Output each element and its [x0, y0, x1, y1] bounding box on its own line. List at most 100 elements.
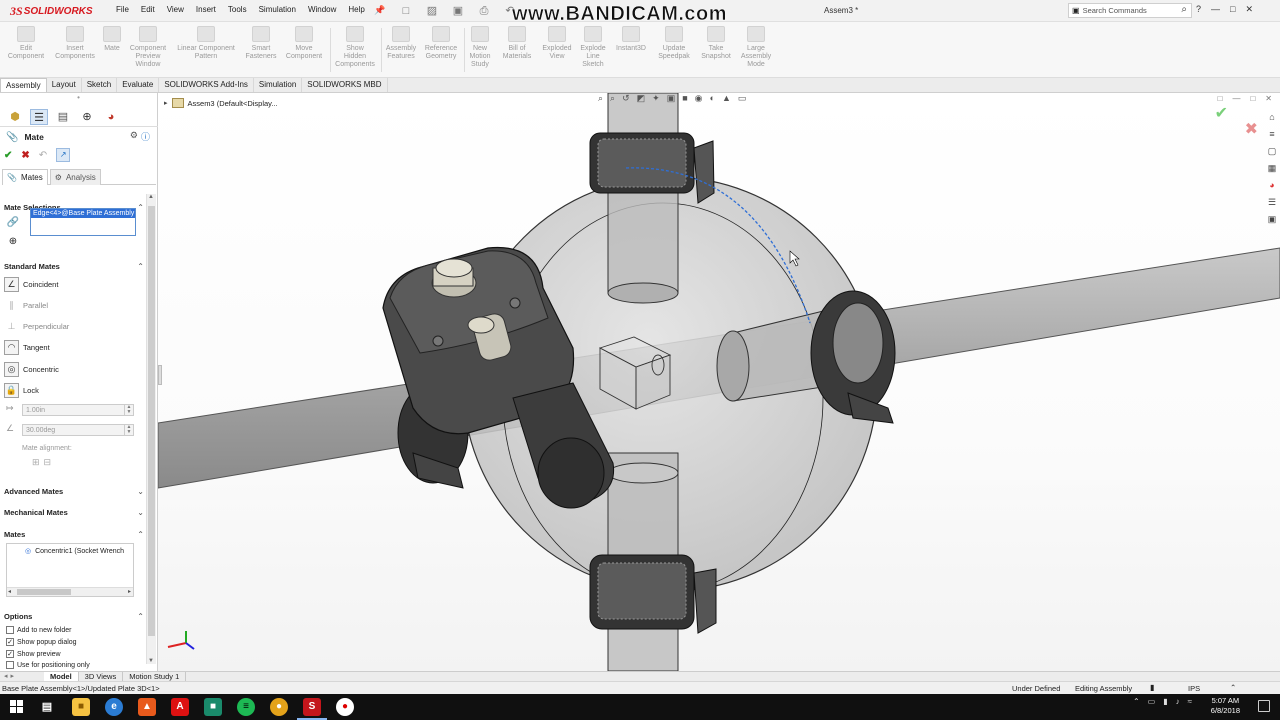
status-dropdown-icon[interactable]: ⌃	[1230, 683, 1236, 692]
search-icon[interactable]: ⌕	[1181, 4, 1187, 15]
view-settings-icon[interactable]: ▭	[738, 93, 747, 107]
ok-button[interactable]: ✔	[4, 150, 12, 161]
chevron-down-icon[interactable]: ⌄	[137, 487, 144, 496]
horizontal-scrollbar[interactable]: ◂ ▸	[7, 587, 133, 596]
mates-list[interactable]: ◎ Concentric1 (Socket Wrench ◂ ▸	[6, 543, 134, 597]
rebuild-icon[interactable]: ▮	[1150, 683, 1154, 692]
tab-mates[interactable]: 📎 Mates	[2, 169, 48, 185]
spotify-icon[interactable]: ≡	[237, 698, 255, 716]
confirmation-corner-cancel-icon[interactable]: ✖	[1245, 119, 1258, 139]
tab-evaluate[interactable]: Evaluate	[117, 78, 160, 92]
tab-simulation[interactable]: Simulation	[254, 78, 303, 92]
multi-mate-icon[interactable]: ⊕	[6, 235, 20, 249]
close-button[interactable]: ✕	[1245, 4, 1253, 15]
explode-line-sketch-button[interactable]: Explode Line Sketch	[576, 26, 610, 69]
tab-sketch[interactable]: Sketch	[82, 78, 118, 92]
matlab-icon[interactable]: ▲	[138, 698, 156, 716]
take-snapshot-button[interactable]: Take Snapshot	[696, 26, 736, 61]
view-palette-icon[interactable]: ▦	[1266, 162, 1279, 175]
update-speedpak-button[interactable]: Update Speedpak	[652, 26, 696, 61]
display-manager-icon[interactable]: ◕	[102, 109, 120, 125]
selected-entity[interactable]: Edge<4>@Base Plate Assembly	[31, 209, 135, 218]
exploded-view-button[interactable]: Exploded View	[538, 26, 576, 61]
large-assembly-mode-button[interactable]: Large Assembly Mode	[736, 26, 776, 69]
search-commands-box[interactable]: ▣ Search Commands ⌕	[1068, 3, 1192, 18]
new-document-icon[interactable]: □	[398, 3, 414, 19]
checkbox[interactable]	[6, 626, 14, 634]
confirmation-corner-ok-icon[interactable]: ✔	[1215, 103, 1228, 123]
list-item[interactable]: ◎ Concentric1 (Socket Wrench	[7, 544, 133, 556]
edit-appearance-icon[interactable]: ◐	[710, 93, 715, 107]
expand-arrow-icon[interactable]: ▸	[164, 99, 168, 107]
save-icon[interactable]: ▣	[450, 3, 466, 19]
assembly-features-button[interactable]: Assembly Features	[382, 26, 420, 61]
checkbox[interactable]: ✓	[6, 650, 14, 658]
panel-handle-icon[interactable]: •	[77, 93, 80, 107]
distance-input[interactable]: 1.00in ▲ ▼	[22, 404, 134, 416]
custom-properties-icon[interactable]: ☰	[1266, 196, 1279, 209]
appearances-icon[interactable]: ◕	[1266, 179, 1279, 192]
show-popup-dialog-checkbox[interactable]: ✓ Show popup dialog	[6, 638, 77, 646]
notification-center-icon[interactable]	[1258, 700, 1270, 712]
tab-solidworks-add-ins[interactable]: SOLIDWORKS Add-Ins	[159, 78, 254, 92]
distance-icon[interactable]: ↦	[6, 403, 14, 414]
use-for-positioning-checkbox[interactable]: Use for positioning only	[6, 661, 90, 669]
keep-visible-pushpin-button[interactable]: ↗	[56, 148, 71, 162]
menu-file[interactable]: File	[116, 5, 129, 14]
bandicam-icon[interactable]: ●	[336, 698, 354, 716]
scroll-up-icon[interactable]: ▲	[148, 194, 154, 200]
solidworks-taskbar-icon[interactable]: S	[297, 698, 327, 720]
standard-mates-header[interactable]: Standard Mates ⌃	[4, 260, 144, 273]
tab-scroll-icons[interactable]: ◂▸	[4, 672, 17, 680]
hide-show-items-icon[interactable]: ◉	[695, 93, 703, 107]
display-style-icon[interactable]: ■	[682, 93, 687, 107]
menu-view[interactable]: View	[167, 5, 184, 14]
design-library-icon[interactable]: ≡	[1266, 128, 1279, 141]
forum-icon[interactable]: ▣	[1266, 213, 1279, 226]
file-explorer-icon[interactable]: ■	[72, 698, 90, 716]
chevron-up-icon[interactable]: ⌃	[137, 612, 144, 621]
volume-icon[interactable]: ♪	[1176, 697, 1180, 706]
checkbox[interactable]	[6, 661, 14, 669]
add-to-new-folder-checkbox[interactable]: Add to new folder	[6, 626, 71, 634]
linear-component-pattern-button[interactable]: Linear Component Pattern	[172, 26, 240, 61]
flyout-feature-tree[interactable]: ▸ Assem3 (Default<Display...	[164, 98, 278, 108]
taskbar-clock[interactable]: 5:07 AM 6/8/2018	[1211, 696, 1240, 716]
zoom-to-fit-icon[interactable]: ⌕	[598, 93, 603, 107]
restore-button[interactable]: □	[1230, 4, 1235, 15]
mechanical-mates-header[interactable]: Mechanical Mates ⌄	[4, 506, 144, 519]
help-icon[interactable]: ?	[1196, 4, 1201, 15]
pdf-reader-icon[interactable]: A	[171, 698, 189, 716]
tray-expand-icon[interactable]: ⌃	[1133, 697, 1140, 706]
panel-splitter[interactable]	[158, 365, 162, 385]
pin-menu-icon[interactable]: 📌	[374, 5, 385, 16]
apply-scene-icon[interactable]: ▲	[722, 93, 731, 107]
chrome-icon[interactable]: ●	[270, 698, 288, 716]
scroll-thumb[interactable]	[17, 589, 71, 595]
angle-input[interactable]: 30.00deg ▲ ▼	[22, 424, 134, 436]
scroll-right-icon[interactable]: ▸	[128, 588, 131, 595]
feature-manager-icon[interactable]: ⬢	[6, 109, 24, 125]
chevron-up-icon[interactable]: ⌃	[137, 203, 144, 212]
reference-geometry-button[interactable]: Reference Geometry	[420, 26, 462, 61]
windows-start-icon[interactable]	[10, 700, 23, 713]
property-manager-icon[interactable]: ☰	[30, 108, 48, 125]
insert-components-button[interactable]: Insert Components	[52, 26, 98, 61]
coincident-mate-option[interactable]: ∠ Coincident	[4, 276, 146, 292]
undo-button[interactable]: ↶	[39, 150, 47, 161]
move-component-button[interactable]: Move Component	[282, 26, 326, 61]
menu-insert[interactable]: Insert	[196, 5, 216, 14]
tab-analysis[interactable]: ⚙ Analysis	[49, 169, 101, 185]
vertical-scrollbar[interactable]: ▲ ▼	[146, 194, 156, 664]
solidworks-resources-icon[interactable]: ⌂	[1266, 111, 1279, 124]
doc-close-button[interactable]: ✕	[1265, 94, 1272, 103]
advanced-mates-header[interactable]: Advanced Mates ⌄	[4, 485, 144, 498]
mate-button[interactable]: Mate	[100, 26, 124, 53]
tab-solidworks-mbd[interactable]: SOLIDWORKS MBD	[302, 78, 388, 92]
wifi-icon[interactable]: ≈	[1188, 697, 1192, 706]
lock-mate-option[interactable]: 🔒 Lock	[4, 382, 146, 398]
section-view-icon[interactable]: ◩	[637, 93, 646, 107]
tangent-mate-option[interactable]: ◠ Tangent	[4, 339, 146, 355]
chevron-up-icon[interactable]: ⌃	[137, 262, 144, 271]
cancel-button[interactable]: ✖	[21, 150, 29, 161]
